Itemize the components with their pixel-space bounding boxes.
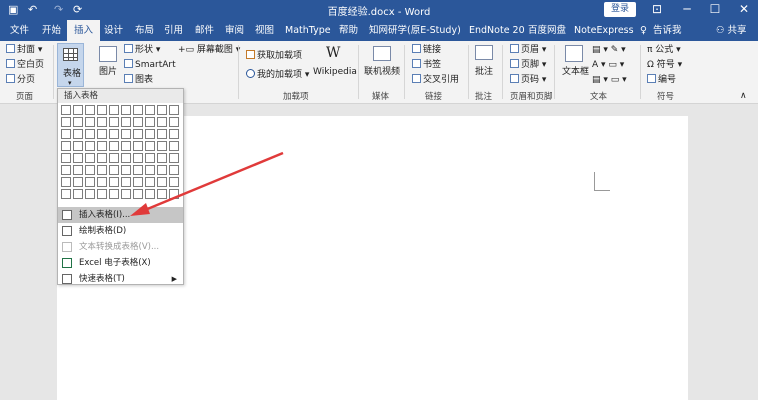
annotation-arrow bbox=[130, 151, 284, 216]
arrow-shaft bbox=[144, 151, 284, 212]
arrow-head bbox=[130, 203, 150, 216]
